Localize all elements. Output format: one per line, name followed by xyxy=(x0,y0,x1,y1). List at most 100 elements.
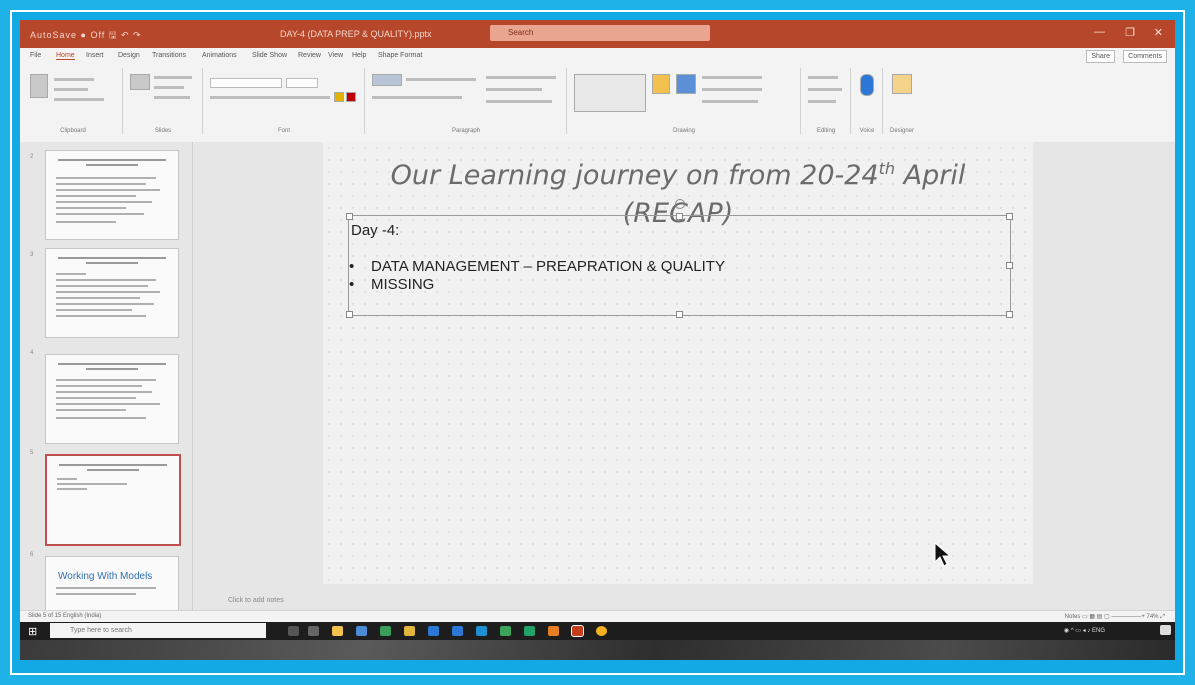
designer-group: Designer xyxy=(884,68,920,134)
font-group: Font xyxy=(204,68,365,134)
slide-thumbnail[interactable] xyxy=(45,150,179,240)
quick-access-toolbar[interactable]: AutoSave ● Off 🖫 ↶ ↷ xyxy=(30,28,142,44)
clipboard-label: Clipboard xyxy=(60,128,86,134)
bullet-item: • DATA MANAGEMENT – PREAPRATION & QUALITY xyxy=(349,258,725,275)
drawing-group: Drawing xyxy=(568,68,801,134)
tab-design[interactable]: Design xyxy=(118,52,140,59)
resize-handle[interactable] xyxy=(676,311,683,318)
taskbar-app-icon[interactable] xyxy=(476,626,487,636)
tab-slide-show[interactable]: Slide Show xyxy=(252,52,287,59)
title-main: Our Learning journey on from 20-24 xyxy=(390,160,879,191)
search-box[interactable]: Search xyxy=(490,25,710,41)
taskbar-app-icon[interactable] xyxy=(452,626,463,636)
arrange-icon[interactable] xyxy=(652,74,670,94)
resize-handle[interactable] xyxy=(676,213,683,220)
chrome-icon[interactable] xyxy=(500,626,511,636)
paragraph-group: Paragraph xyxy=(366,68,567,134)
title-tail: April xyxy=(895,160,966,191)
tab-help[interactable]: Help xyxy=(352,52,366,59)
slide-thumbnail-pane: 2 3 4 5 6 Working With Models xyxy=(20,142,193,614)
font-label: Font xyxy=(277,128,290,134)
search-placeholder: Search xyxy=(508,28,534,37)
bullet-text: DATA MANAGEMENT – PREAPRATION & QUALITY xyxy=(371,258,725,275)
excel-icon[interactable] xyxy=(524,626,535,636)
quick-styles-icon[interactable] xyxy=(676,74,696,94)
store-icon[interactable] xyxy=(356,626,367,636)
clipboard-group: Clipboard xyxy=(24,68,123,134)
tab-file[interactable]: File xyxy=(30,52,41,59)
windows-taskbar: ⊞ Type here to search ◉ ^ ▭ ◂ ♪ ENG xyxy=(20,622,1175,640)
taskbar-app-icon[interactable] xyxy=(404,626,415,636)
resize-handle[interactable] xyxy=(1006,311,1013,318)
share-button[interactable]: Share xyxy=(1086,50,1115,63)
taskbar-app-icon[interactable] xyxy=(380,626,391,636)
notes-pane[interactable]: Click to add notes xyxy=(193,587,1175,610)
view-controls[interactable]: Notes ▭ ▦ ▤ ▢ —————+ 74% ⤢ xyxy=(1065,613,1165,621)
slides-group: Slides xyxy=(124,68,203,134)
paragraph-label: Paragraph xyxy=(451,128,481,134)
font-color-icon[interactable] xyxy=(346,92,356,102)
thumbnail-number: 6 xyxy=(30,552,34,558)
task-view-icon[interactable] xyxy=(288,626,299,636)
voice-label: Voice xyxy=(859,128,875,134)
taskbar-app-icon[interactable] xyxy=(428,626,439,636)
editing-group: Editing xyxy=(802,68,851,134)
taskbar-app-icon[interactable] xyxy=(596,626,607,636)
slides-label: Slides xyxy=(154,128,172,134)
design-ideas-icon[interactable] xyxy=(892,74,912,94)
tab-transitions[interactable]: Transitions xyxy=(152,52,186,59)
notes-placeholder: Click to add notes xyxy=(228,597,284,604)
paste-icon[interactable] xyxy=(30,74,48,98)
powerpoint-icon[interactable] xyxy=(571,625,584,637)
resize-handle[interactable] xyxy=(346,213,353,220)
taskbar-app-icon[interactable] xyxy=(308,626,319,636)
shapes-gallery[interactable] xyxy=(574,74,646,112)
slide-thumbnail[interactable]: Working With Models xyxy=(45,556,179,614)
close-button[interactable]: ✕ xyxy=(1154,26,1163,39)
thumbnail-number: 5 xyxy=(30,450,34,456)
rotate-handle[interactable] xyxy=(675,199,685,209)
bullet-item: • MISSING xyxy=(349,276,434,293)
slide-thumbnail[interactable] xyxy=(45,248,179,338)
slide-canvas[interactable]: Our Learning journey on from 20-24th Apr… xyxy=(323,142,1033,584)
thumbnail-number: 4 xyxy=(30,350,34,356)
resize-handle[interactable] xyxy=(1006,213,1013,220)
taskbar-search[interactable]: Type here to search xyxy=(50,623,266,638)
monitor-bottom-area xyxy=(20,640,1175,660)
system-tray-icons[interactable]: ◉ ^ ▭ ◂ ♪ ENG xyxy=(1064,627,1105,634)
minimize-button[interactable]: — xyxy=(1094,26,1105,38)
taskbar-search-placeholder: Type here to search xyxy=(70,627,132,634)
bullet-glyph: • xyxy=(349,258,355,275)
title-bar: AutoSave ● Off 🖫 ↶ ↷ DAY-4 (DATA PREP & … xyxy=(20,20,1175,48)
body-textbox[interactable]: Day -4: • DATA MANAGEMENT – PREAPRATION &… xyxy=(346,199,1013,318)
highlight-icon[interactable] xyxy=(334,92,344,102)
tab-insert[interactable]: Insert xyxy=(86,52,104,59)
tab-shape-format[interactable]: Shape Format xyxy=(378,52,422,59)
bullets-icon[interactable] xyxy=(372,74,402,86)
thumbnail-number: 2 xyxy=(30,154,34,160)
notifications-icon[interactable] xyxy=(1160,625,1171,635)
day-label: Day -4: xyxy=(351,222,400,239)
resize-handle[interactable] xyxy=(1006,262,1013,269)
tab-view[interactable]: View xyxy=(328,52,343,59)
windows-start-icon[interactable]: ⊞ xyxy=(28,625,37,638)
slide-thumbnail-selected[interactable] xyxy=(45,454,181,546)
bullet-glyph: • xyxy=(349,276,355,293)
restore-button[interactable]: ❐ xyxy=(1125,26,1135,39)
file-explorer-icon[interactable] xyxy=(332,626,343,636)
designer-label: Designer xyxy=(889,128,914,134)
screen: AutoSave ● Off 🖫 ↶ ↷ DAY-4 (DATA PREP & … xyxy=(20,20,1175,660)
document-title: DAY-4 (DATA PREP & QUALITY).pptx xyxy=(280,29,432,39)
tab-home[interactable]: Home xyxy=(56,52,75,60)
tab-animations[interactable]: Animations xyxy=(202,52,237,59)
tab-review[interactable]: Review xyxy=(298,52,321,59)
slide-thumbnail[interactable] xyxy=(45,354,179,444)
new-slide-icon[interactable] xyxy=(130,74,150,90)
dictate-icon[interactable] xyxy=(860,74,874,96)
thumbnail-number: 3 xyxy=(30,252,34,258)
taskbar-app-icon[interactable] xyxy=(548,626,559,636)
slide-editor: Our Learning journey on from 20-24th Apr… xyxy=(193,142,1175,610)
thumbnail-title: Working With Models xyxy=(58,571,153,582)
comments-button[interactable]: Comments xyxy=(1123,50,1167,63)
resize-handle[interactable] xyxy=(346,311,353,318)
